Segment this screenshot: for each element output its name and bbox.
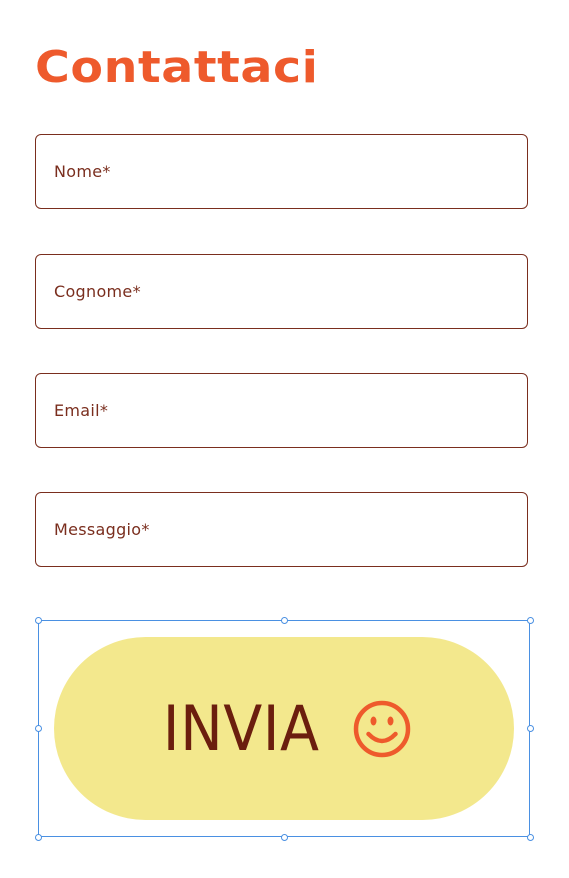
email-field[interactable]: Email* bbox=[35, 373, 528, 448]
page-title: Contattaci bbox=[35, 42, 319, 93]
resize-handle-top-left[interactable] bbox=[35, 617, 42, 624]
resize-handle-bottom-right[interactable] bbox=[527, 834, 534, 841]
nome-label: Nome* bbox=[54, 162, 111, 181]
email-label: Email* bbox=[54, 401, 109, 420]
resize-handle-bottom-left[interactable] bbox=[35, 834, 42, 841]
resize-handle-bottom-center[interactable] bbox=[281, 834, 288, 841]
messaggio-field[interactable]: Messaggio* bbox=[35, 492, 528, 567]
nome-field[interactable]: Nome* bbox=[35, 134, 528, 209]
resize-handle-top-center[interactable] bbox=[281, 617, 288, 624]
resize-handle-middle-right[interactable] bbox=[527, 725, 534, 732]
submit-button[interactable]: INVIA bbox=[54, 637, 514, 820]
resize-handle-top-right[interactable] bbox=[527, 617, 534, 624]
resize-handle-middle-left[interactable] bbox=[35, 725, 42, 732]
messaggio-label: Messaggio* bbox=[54, 520, 150, 539]
smile-icon bbox=[353, 700, 411, 757]
cognome-field[interactable]: Cognome* bbox=[35, 254, 528, 329]
submit-label: INVIA bbox=[162, 692, 320, 765]
cognome-label: Cognome* bbox=[54, 282, 141, 301]
